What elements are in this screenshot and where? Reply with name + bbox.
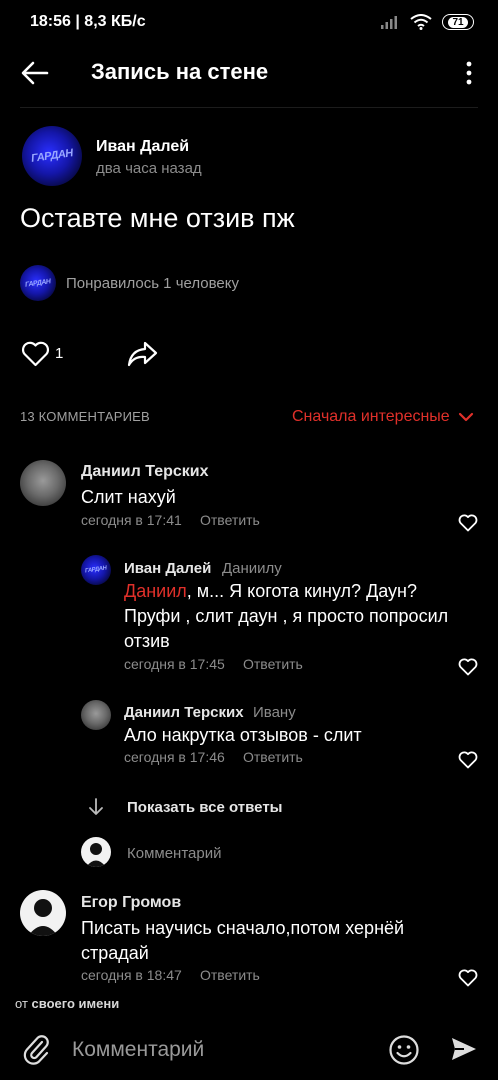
reply-text-line3: отзив: [124, 631, 170, 651]
post-text: Оставте мне отзив пж: [20, 203, 295, 233]
signal-icon: [381, 16, 397, 29]
app-header: Запись на стене: [0, 48, 498, 98]
comment-text-line2: страдай: [81, 943, 149, 963]
reply-input[interactable]: Комментарий: [127, 845, 221, 862]
smiley-icon[interactable]: [388, 1034, 420, 1066]
send-icon[interactable]: [450, 1035, 478, 1063]
comment-avatar[interactable]: [20, 890, 66, 936]
mention-link[interactable]: Даниил: [124, 581, 187, 601]
chevron-down-icon[interactable]: [458, 409, 474, 425]
liker-avatar[interactable]: ГАРДАН: [20, 265, 56, 301]
comment-time: сегодня в 18:47: [81, 967, 182, 983]
post-timestamp: два часа назад: [96, 160, 202, 177]
arrow-down-icon: [89, 798, 103, 815]
comment-avatar-figure: [28, 899, 58, 936]
reply-to: Даниилу: [222, 560, 282, 577]
share-icon[interactable]: [127, 340, 158, 367]
comment-text: Слит нахуй: [81, 487, 176, 507]
reply-to: Ивану: [253, 704, 296, 721]
more-vertical-icon[interactable]: [460, 60, 478, 86]
heart-icon[interactable]: [458, 969, 478, 987]
heart-icon[interactable]: [458, 658, 478, 676]
post-as-hint[interactable]: от своего имени: [15, 996, 119, 1011]
paperclip-icon[interactable]: [22, 1033, 50, 1065]
reply-author[interactable]: Даниил Терских: [124, 704, 244, 721]
reply-time: сегодня в 17:45: [124, 656, 225, 672]
comment-author[interactable]: Даниил Терских: [81, 463, 209, 481]
page-title: Запись на стене: [91, 59, 269, 84]
status-bar: 18:56 | 8,3 КБ/с 71: [0, 0, 498, 44]
status-time: 18:56 | 8,3 КБ/с: [30, 13, 146, 30]
heart-icon[interactable]: [458, 514, 478, 532]
reply-text: Даниил, м... Я когота кинул? Даун?: [124, 581, 418, 601]
post-author-name[interactable]: Иван Далей: [96, 138, 189, 156]
sort-dropdown[interactable]: Сначала интересные: [292, 408, 450, 426]
reply-author[interactable]: Иван Далей: [124, 560, 211, 577]
comment-text: Писать научись сначало,потом хернёй: [81, 918, 405, 938]
heart-icon[interactable]: [458, 751, 478, 769]
like-count: 1: [55, 345, 64, 362]
comment-time: сегодня в 17:41: [81, 512, 182, 528]
header-divider: [20, 107, 478, 108]
wifi-icon: [410, 14, 432, 30]
user-avatar: [81, 837, 111, 867]
reply-avatar[interactable]: ГАРДАН: [81, 555, 111, 585]
reply-button[interactable]: Ответить: [200, 512, 260, 528]
reply-button[interactable]: Ответить: [243, 749, 303, 765]
arrow-left-icon[interactable]: [20, 60, 50, 86]
reply-button[interactable]: Ответить: [200, 967, 260, 983]
liked-by-text[interactable]: Понравилось 1 человеку: [66, 275, 239, 292]
reply-button[interactable]: Ответить: [243, 656, 303, 672]
reply-text: Ало накрутка отзывов - слит: [124, 725, 362, 745]
reply-avatar[interactable]: [81, 700, 111, 730]
post-author-avatar[interactable]: ГАРДАН: [22, 126, 82, 186]
reply-time: сегодня в 17:46: [124, 749, 225, 765]
comment-author[interactable]: Егор Громов: [81, 894, 181, 912]
status-icons: 71: [380, 14, 474, 30]
battery-icon: 71: [442, 14, 474, 30]
reply-text-line2: Пруфи , слит даун , я просто попросил: [124, 606, 449, 626]
comments-count: 13 КОММЕНТАРИЕВ: [20, 409, 150, 424]
comment-avatar[interactable]: [20, 460, 66, 506]
comment-input[interactable]: Комментарий: [72, 1038, 204, 1062]
show-all-replies-button[interactable]: Показать все ответы: [127, 799, 282, 816]
user-avatar-figure: [86, 843, 106, 867]
heart-icon[interactable]: [21, 341, 50, 367]
